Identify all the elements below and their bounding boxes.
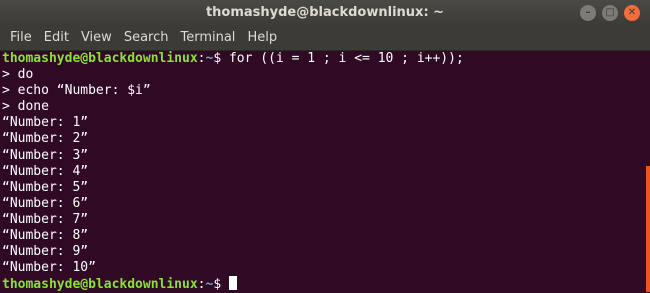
maximize-button[interactable]: □ xyxy=(602,5,618,21)
command-line: thomashyde@blackdownlinux:~$ for ((i = 1… xyxy=(2,51,646,67)
prompt-symbol: $ xyxy=(213,277,229,293)
output-line: “Number: 1” xyxy=(2,115,89,131)
prompt-user-host: thomashyde@blackdownlinux xyxy=(2,277,198,293)
terminal-output[interactable]: thomashyde@blackdownlinux:~$ for ((i = 1… xyxy=(0,51,646,292)
menu-view[interactable]: View xyxy=(75,26,118,50)
window-title: thomashyde@blackdownlinux: ~ xyxy=(205,5,445,20)
scrollbar-thumb[interactable] xyxy=(646,166,650,292)
menu-bar: File Edit View Search Terminal Help xyxy=(0,26,650,51)
menu-file[interactable]: File xyxy=(4,26,38,50)
continuation-line: > echo “Number: $i” xyxy=(2,83,151,99)
prompt-line: thomashyde@blackdownlinux:~$ xyxy=(2,276,646,292)
close-button[interactable]: ✕ xyxy=(624,5,640,21)
output-line: “Number: 6” xyxy=(2,195,89,211)
prompt-symbol: $ xyxy=(213,51,229,66)
output-line: “Number: 5” xyxy=(2,179,89,195)
command-text: for ((i = 1 ; i <= 10 ; i++)); xyxy=(228,51,464,66)
prompt-colon: : xyxy=(197,51,206,66)
prompt-user-host: thomashyde@blackdownlinux xyxy=(2,51,198,66)
output-line: “Number: 2” xyxy=(2,131,89,147)
output-line: “Number: 7” xyxy=(2,211,89,227)
output-line: “Number: 9” xyxy=(2,244,89,260)
scrollbar[interactable] xyxy=(646,51,650,292)
title-bar[interactable]: thomashyde@blackdownlinux: ~ – □ ✕ xyxy=(0,0,650,26)
continuation-line: > do xyxy=(2,67,34,83)
output-line: “Number: 4” xyxy=(2,163,89,179)
menu-edit[interactable]: Edit xyxy=(38,26,75,50)
output-line: “Number: 10” xyxy=(2,260,96,276)
terminal-window: thomashyde@blackdownlinux: ~ – □ ✕ File … xyxy=(0,0,650,292)
output-line: “Number: 3” xyxy=(2,147,89,163)
continuation-line: > done xyxy=(2,99,49,115)
window-controls: – □ ✕ xyxy=(580,5,640,21)
menu-terminal[interactable]: Terminal xyxy=(174,26,241,50)
minimize-button[interactable]: – xyxy=(580,5,596,21)
prompt-colon: : xyxy=(197,277,206,293)
menu-search[interactable]: Search xyxy=(118,26,175,50)
menu-help[interactable]: Help xyxy=(241,26,283,50)
text-cursor xyxy=(228,276,237,291)
output-line: “Number: 8” xyxy=(2,228,89,244)
